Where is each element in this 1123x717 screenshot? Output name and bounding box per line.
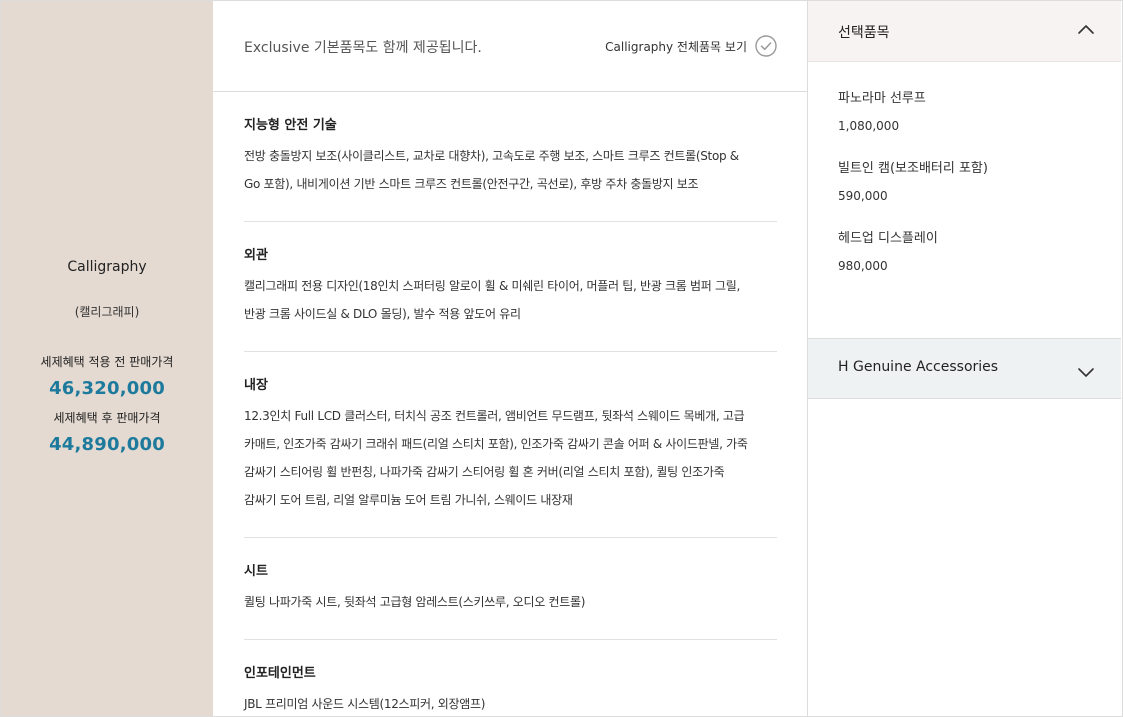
section-body: 12.3인치 Full LCD 클러스터, 터치식 공조 컨트롤러, 앰비언트 … <box>244 402 777 514</box>
section-title: 지능형 안전 기술 <box>244 118 337 133</box>
options-header[interactable]: 선택품목 <box>808 1 1121 62</box>
exclusive-notice: Exclusive 기본품목도 함께 제공됩니다. <box>244 40 482 56</box>
section-body: JBL 프리미엄 사운드 시스템(12스피커, 외장앰프) <box>244 690 777 717</box>
option-price: 1,080,000 <box>838 119 900 133</box>
feature-section-safety: 지능형 안전 기술 전방 충돌방지 보조(사이클리스트, 교차로 대향차), 고… <box>244 92 777 222</box>
section-body: 퀼팅 나파가죽 시트, 뒷좌석 고급형 암레스트(스키쓰루, 오디오 컨트롤) <box>244 588 777 616</box>
view-all-features-label: Calligraphy 전체품목 보기 <box>605 39 747 54</box>
options-panel: 선택품목 파노라마 선루프 1,080,000 빌트인 캠(보조배터리 포함) … <box>808 1 1121 716</box>
option-item-sunroof[interactable]: 파노라마 선루프 1,080,000 <box>838 90 1091 135</box>
section-line: 감싸기 도어 트림, 리얼 알루미늄 도어 트림 가니쉬, 스웨이드 내장재 <box>244 493 573 507</box>
feature-header: Exclusive 기본품목도 함께 제공됩니다. Calligraphy 전체… <box>213 1 807 92</box>
chevron-down-icon[interactable] <box>1077 363 1095 381</box>
section-line: Go 포함), 내비게이션 기반 스마트 크루즈 컨트롤(안전구간, 곡선로),… <box>244 177 699 191</box>
feature-sections: 지능형 안전 기술 전방 충돌방지 보조(사이클리스트, 교차로 대향차), 고… <box>213 92 807 717</box>
section-line: 12.3인치 Full LCD 클러스터, 터치식 공조 컨트롤러, 앰비언트 … <box>244 409 745 423</box>
feature-section-infotainment: 인포테인먼트 JBL 프리미엄 사운드 시스템(12스피커, 외장앰프) <box>244 640 777 717</box>
price-before-tax-value: 46,320,000 <box>49 378 165 399</box>
section-line: 캘리그래피 전용 디자인(18인치 스퍼터링 알로이 휠 & 미쉐린 타이어, … <box>244 279 740 293</box>
options-list: 파노라마 선루프 1,080,000 빌트인 캠(보조배터리 포함) 590,0… <box>808 62 1121 310</box>
section-title: 인포테인먼트 <box>244 666 316 681</box>
chevron-up-icon[interactable] <box>1077 21 1095 39</box>
section-title: 내장 <box>244 378 268 393</box>
price-after-tax-value: 44,890,000 <box>49 434 165 455</box>
section-line: 카매트, 인조가죽 감싸기 크래쉬 패드(리얼 스티치 포함), 인조가죽 감싸… <box>244 437 748 451</box>
options-header-label: 선택품목 <box>838 25 890 41</box>
feature-section-interior: 내장 12.3인치 Full LCD 클러스터, 터치식 공조 컨트롤러, 앰비… <box>244 352 777 538</box>
option-name: 파노라마 선루프 <box>838 91 926 106</box>
trim-name: Calligraphy <box>67 259 147 275</box>
section-line: 반광 크롬 사이드실 & DLO 몰딩), 발수 적용 앞도어 유리 <box>244 307 521 321</box>
accessories-header-label: H Genuine Accessories <box>838 359 999 375</box>
feature-section-exterior: 외관 캘리그래피 전용 디자인(18인치 스퍼터링 알로이 휠 & 미쉐린 타이… <box>244 222 777 352</box>
accessories-header[interactable]: H Genuine Accessories <box>808 338 1121 399</box>
option-price: 980,000 <box>838 259 888 273</box>
option-name: 헤드업 디스플레이 <box>838 231 938 246</box>
section-line: 퀼팅 나파가죽 시트, 뒷좌석 고급형 암레스트(스키쓰루, 오디오 컨트롤) <box>244 595 586 609</box>
option-name: 빌트인 캠(보조배터리 포함) <box>838 161 988 176</box>
section-line: JBL 프리미엄 사운드 시스템(12스피커, 외장앰프) <box>244 697 486 711</box>
section-body: 전방 충돌방지 보조(사이클리스트, 교차로 대향차), 고속도로 주행 보조,… <box>244 142 777 198</box>
price-before-tax-label: 세제혜택 적용 전 판매가격 <box>40 355 174 369</box>
trim-summary-panel: Calligraphy (캘리그래피) 세제혜택 적용 전 판매가격 46,32… <box>1 1 213 716</box>
section-line: 감싸기 스티어링 휠 반펀칭, 나파가죽 감싸기 스티어링 휠 혼 커버(리얼 … <box>244 465 725 479</box>
trim-subtitle: (캘리그래피) <box>74 305 140 319</box>
option-item-hud[interactable]: 헤드업 디스플레이 980,000 <box>838 230 1091 275</box>
section-title: 시트 <box>244 564 268 579</box>
option-price: 590,000 <box>838 189 888 203</box>
section-line: 전방 충돌방지 보조(사이클리스트, 교차로 대향차), 고속도로 주행 보조,… <box>244 149 739 163</box>
feature-panel: Exclusive 기본품목도 함께 제공됩니다. Calligraphy 전체… <box>213 1 808 716</box>
trim-detail-page: Calligraphy (캘리그래피) 세제혜택 적용 전 판매가격 46,32… <box>0 0 1123 717</box>
feature-section-seat: 시트 퀼팅 나파가죽 시트, 뒷좌석 고급형 암레스트(스키쓰루, 오디오 컨트… <box>244 538 777 640</box>
option-item-builtin-cam[interactable]: 빌트인 캠(보조배터리 포함) 590,000 <box>838 160 1091 205</box>
section-body: 캘리그래피 전용 디자인(18인치 스퍼터링 알로이 휠 & 미쉐린 타이어, … <box>244 272 777 328</box>
section-title: 외관 <box>244 248 268 263</box>
price-after-tax-label: 세제혜택 후 판매가격 <box>53 411 161 425</box>
check-circle-icon <box>755 35 777 57</box>
view-all-features-link[interactable]: Calligraphy 전체품목 보기 <box>605 35 777 57</box>
